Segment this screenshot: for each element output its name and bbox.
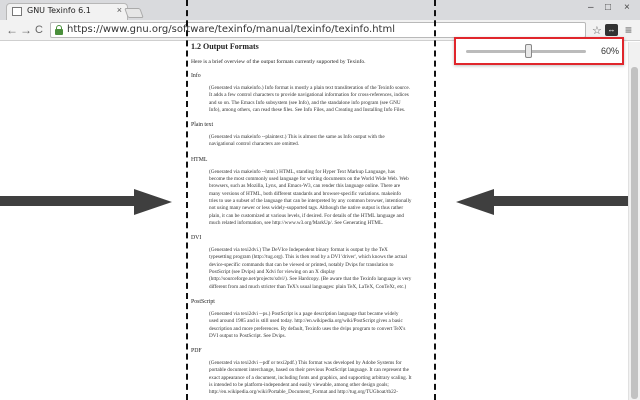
description-line: (Generated via makeinfo --plaintext.) Th… [209,134,385,141]
description-line: and so on. The Emacs Info subsystem (see… [209,99,401,106]
description-line: device-specific commands that can be vie… [209,261,394,268]
format-description: (Generated via texi2dvi.) The DeVIce Ind… [209,247,434,291]
description-line: browsers, such as Mozilla, Lynx, and Ema… [209,183,401,190]
format-description: (Generated via makeinfo --html.) HTML, s… [209,169,434,227]
description-line: many versions of HTML, both different st… [209,190,401,197]
close-window-button[interactable]: × [624,2,630,13]
format-description: (Generated via texi2dvi --ps.) PostScrip… [209,311,434,340]
format-term: Plain text [191,122,214,129]
description-line: plain, it can be customized at various l… [209,212,405,219]
page-viewport[interactable]: 1.2 Output Formats Here is a brief overv… [0,42,628,400]
description-line: exact appearance of a document, includin… [209,374,412,381]
intro-paragraph: Here is a brief overview of the output f… [191,59,366,65]
description-line: Info), among others, can read these file… [209,106,406,113]
right-page-guide-line [434,0,436,400]
description-line: description and more preferences. By def… [209,325,406,332]
url-text: https://www.gnu.org/software/texinfo/man… [67,24,395,35]
reload-button[interactable]: C [35,24,43,36]
description-line: (Generated via makeinfo --html.) HTML, s… [209,168,395,175]
format-description: (Generated via texi2dvi --pdf or texi2pd… [209,360,434,396]
lock-icon [55,25,63,35]
description-line: (http://sourceforge.net/projects/xdvi/).… [209,276,412,283]
forward-button[interactable]: → [20,23,32,37]
page-favicon-icon [12,7,22,16]
description-line: navigational control characters are omit… [209,141,300,148]
description-line: not using many newer or less widely-supp… [209,205,404,212]
format-description: (Generated via makeinfo --plaintext.) Th… [209,134,434,149]
back-button[interactable]: ← [6,23,18,37]
menu-icon[interactable]: ≡ [625,23,632,37]
browser-tab[interactable]: GNU Texinfo 6.1 × [6,3,128,20]
zoom-slider-thumb[interactable] [525,44,532,58]
format-term: DVI [191,235,202,242]
description-line: http://en.wikipedia.org/wiki/Portable_Do… [209,389,398,396]
section-heading: 1.2 Output Formats [191,42,259,51]
tab-title: GNU Texinfo 6.1 [27,6,91,15]
description-line: is intended to be platform-independent a… [209,382,389,389]
title-bar: GNU Texinfo 6.1 × – □ × [0,0,640,20]
left-pointing-arrow-icon [456,189,494,215]
vertical-scrollbar[interactable] [628,42,640,400]
description-line: (Generated via texi2dvi --pdf or texi2pd… [209,360,402,367]
format-term: Info [191,73,201,79]
maximize-button[interactable]: □ [605,2,611,13]
scrollbar-thumb[interactable] [631,67,638,399]
description-line: It adds a few control characters to prov… [209,92,409,99]
description-line: used around 1985 and is still used today… [209,318,403,325]
description-line: tries to use a subset of the language th… [209,197,412,204]
format-term: PostScript [191,298,215,305]
description-line: portable document interchange, based on … [209,367,409,374]
description-line: DVI output to PostScript. See Dvips. [209,332,286,339]
format-description: (Generated via makeinfo.) Info format is… [209,85,434,114]
minimize-button[interactable]: – [588,2,594,13]
left-arrow-shaft [0,196,138,206]
zoom-popup: 60% [454,37,624,65]
format-term: PDF [191,348,202,355]
right-arrow-shaft [492,196,628,206]
description-line: become the most commonly used language f… [209,176,409,183]
new-tab-button[interactable] [124,8,144,18]
bookmark-star-icon[interactable]: ☆ [592,24,602,37]
description-line: (Generated via texi2dvi --ps.) PostScrip… [209,310,399,317]
left-page-guide-line [186,0,188,400]
format-term: HTML [191,156,208,163]
zoom-extension-icon[interactable]: ↔ [605,24,618,36]
address-bar[interactable]: https://www.gnu.org/software/texinfo/man… [50,22,602,38]
right-pointing-arrow-icon [134,189,172,215]
zoom-slider[interactable] [466,44,586,58]
description-line: different from and much stricter than Te… [209,283,407,290]
description-line: typesetting program (http://tug.org). Th… [209,254,408,261]
tab-close-icon[interactable]: × [117,5,122,15]
format-list: Info (Generated via makeinfo.) Info forma… [191,73,434,397]
zoom-level-label: 60% [601,46,620,56]
description-line: much related information, see http://www… [209,219,384,226]
document-body: 1.2 Output Formats Here is a brief overv… [191,42,434,400]
